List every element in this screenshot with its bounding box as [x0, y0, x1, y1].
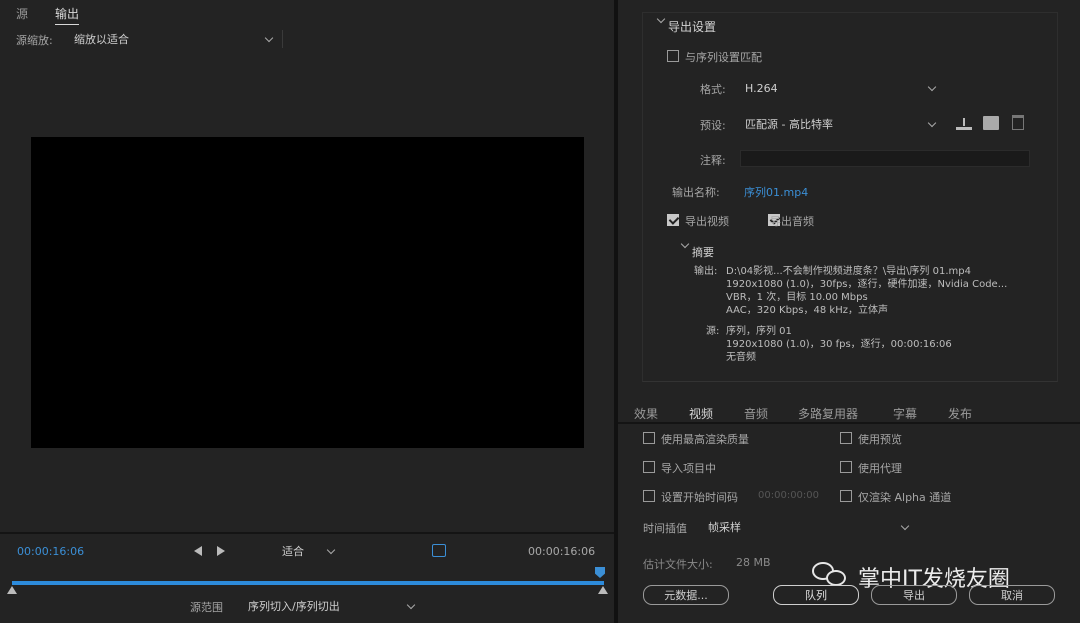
- summary-source: 序列，序列 01 1920x1080 (1.0)，30 fps，逐行，00:00…: [726, 325, 1052, 364]
- divider: [282, 30, 283, 48]
- export-video-checkbox[interactable]: [667, 214, 679, 226]
- chevron-down-icon: [900, 521, 910, 530]
- fit-value: 适合: [282, 545, 304, 558]
- use-previews-label: 使用预览: [858, 433, 902, 446]
- summary-line: D:\04影视...不会制作视频进度条？\导出\序列 01.mp4: [726, 266, 971, 277]
- match-sequence-checkbox[interactable]: [667, 50, 679, 62]
- tab-source[interactable]: 源: [16, 5, 28, 22]
- format-dropdown[interactable]: H.264: [745, 79, 937, 97]
- out-point-marker-icon[interactable]: [598, 586, 608, 594]
- summary-line: 无音频: [726, 352, 756, 363]
- tab-publish[interactable]: 发布: [948, 405, 972, 422]
- summary-line: 1920x1080 (1.0)，30 fps，逐行，00:00:16:06: [726, 339, 952, 350]
- chevron-down-icon: [406, 600, 416, 609]
- preset-value: 匹配源 - 高比特率: [745, 118, 833, 131]
- chevron-down-icon: [927, 82, 937, 91]
- duration-timecode: 00:00:16:06: [528, 545, 596, 558]
- format-value: H.264: [745, 81, 778, 95]
- set-in-icon[interactable]: [194, 546, 202, 556]
- section-title: 导出设置: [668, 20, 717, 34]
- source-scaling-value: 缩放以适合: [74, 33, 129, 46]
- summary-line: 1920x1080 (1.0)，30fps，逐行，硬件加速，Nvidia Cod…: [726, 279, 1008, 290]
- current-timecode[interactable]: 00:00:16:06: [17, 545, 84, 558]
- import-into-project-checkbox[interactable]: [643, 461, 655, 473]
- range-dropdown[interactable]: 序列切入/序列切出: [248, 597, 416, 615]
- preset-dropdown[interactable]: 匹配源 - 高比特率: [745, 115, 937, 133]
- summary-line: VBR，1 次，目标 10.00 Mbps: [726, 292, 868, 303]
- summary-output: D:\04影视...不会制作视频进度条？\导出\序列 01.mp4 1920x1…: [726, 265, 1052, 317]
- max-render-quality-label: 使用最高渲染质量: [661, 433, 749, 446]
- time-interpolation-value: 帧采样: [708, 521, 741, 534]
- use-proxies-checkbox[interactable]: [840, 461, 852, 473]
- metadata-button[interactable]: 元数据...: [643, 585, 729, 605]
- summary-title: 摘要: [692, 246, 714, 259]
- match-sequence-label: 与序列设置匹配: [685, 51, 762, 64]
- set-start-timecode-checkbox[interactable]: [643, 490, 655, 502]
- file-size-label: 估计文件大小:: [643, 558, 713, 571]
- aspect-ratio-icon[interactable]: [432, 544, 446, 557]
- fit-dropdown[interactable]: 适合: [282, 543, 336, 559]
- divider: [0, 532, 614, 534]
- cancel-button[interactable]: 取消: [969, 585, 1055, 605]
- set-start-timecode-label: 设置开始时间码: [661, 491, 738, 504]
- tab-multiplexer[interactable]: 多路复用器: [798, 405, 858, 422]
- format-label: 格式:: [700, 83, 726, 96]
- delete-preset-icon[interactable]: [1012, 115, 1024, 130]
- time-interpolation-label: 时间插值: [643, 522, 687, 535]
- export-button[interactable]: 导出: [871, 585, 957, 605]
- summary-line: AAC，320 Kbps，48 kHz，立体声: [726, 305, 888, 316]
- chevron-down-icon: [326, 545, 336, 554]
- range-value: 序列切入/序列切出: [248, 600, 340, 613]
- tab-audio[interactable]: 音频: [744, 405, 768, 422]
- tab-video[interactable]: 视频: [689, 405, 714, 423]
- tab-output[interactable]: 输出: [55, 5, 80, 25]
- save-preset-icon[interactable]: [956, 118, 972, 130]
- comment-field[interactable]: [740, 150, 1030, 167]
- use-previews-checkbox[interactable]: [840, 432, 852, 444]
- export-audio-label: 导出音频: [770, 215, 814, 228]
- start-timecode-field[interactable]: 00:00:00:00: [758, 490, 819, 501]
- source-scaling-dropdown[interactable]: 缩放以适合: [74, 30, 274, 48]
- export-video-label: 导出视频: [685, 215, 729, 228]
- import-into-project-label: 导入项目中: [661, 462, 716, 475]
- chevron-down-icon: [264, 33, 274, 42]
- summary-line: 序列，序列 01: [726, 326, 792, 337]
- render-alpha-label: 仅渲染 Alpha 通道: [858, 491, 952, 504]
- render-alpha-checkbox[interactable]: [840, 490, 852, 502]
- chevron-down-icon: [927, 118, 937, 127]
- time-interpolation-dropdown[interactable]: 帧采样: [708, 518, 910, 536]
- range-label: 源范围: [190, 601, 223, 614]
- preset-label: 预设:: [700, 119, 726, 132]
- tab-effects[interactable]: 效果: [634, 405, 658, 422]
- video-preview: [31, 137, 584, 448]
- summary-source-label: 源:: [706, 326, 720, 337]
- timeline-bar[interactable]: [12, 581, 604, 585]
- queue-button[interactable]: 队列: [773, 585, 859, 605]
- file-size-value: 28 MB: [736, 556, 771, 569]
- source-scaling-label: 源缩放:: [16, 34, 53, 47]
- use-proxies-label: 使用代理: [858, 462, 902, 475]
- summary-output-label: 输出:: [694, 266, 718, 277]
- set-out-icon[interactable]: [217, 546, 225, 556]
- output-name-link[interactable]: 序列01.mp4: [744, 184, 808, 200]
- divider: [618, 422, 1080, 424]
- import-preset-icon[interactable]: [983, 116, 999, 130]
- in-point-marker-icon[interactable]: [7, 586, 17, 594]
- comment-label: 注释:: [700, 154, 726, 167]
- output-name-label: 输出名称:: [672, 186, 720, 199]
- tab-captions[interactable]: 字幕: [893, 405, 917, 422]
- max-render-quality-checkbox[interactable]: [643, 432, 655, 444]
